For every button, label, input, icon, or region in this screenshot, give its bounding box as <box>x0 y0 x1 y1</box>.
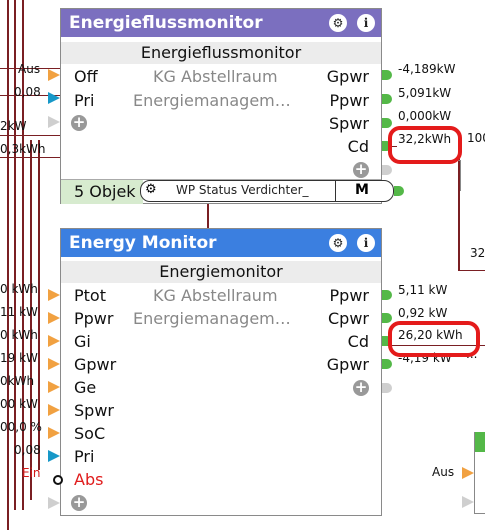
output-spwr[interactable]: Spwr <box>329 114 369 133</box>
output-gpwr[interactable]: Gpwr <box>327 355 369 374</box>
input-spwr[interactable]: Spwr <box>74 401 114 420</box>
energy-monitor-block[interactable]: Energy Monitor ⚙ i Energiemonitor Ptot P… <box>60 228 382 516</box>
input-soc[interactable]: SoC <box>74 424 105 443</box>
wire <box>0 135 60 136</box>
right-value: 100 <box>467 131 485 145</box>
objects-label: 5 Objek <box>74 182 136 201</box>
right-block-header <box>475 432 485 452</box>
output-value: 5,11 kW <box>398 283 448 297</box>
gear-icon[interactable]: ⚙ <box>329 234 347 252</box>
left-value: 00,0 % <box>0 420 42 434</box>
input-ptot[interactable]: Ptot <box>74 286 106 305</box>
divider <box>335 181 336 201</box>
room-label: KG Abstellraum <box>153 286 278 305</box>
output-value: 0,92 kW <box>398 306 448 320</box>
input-pin[interactable] <box>48 358 60 370</box>
output-pin[interactable] <box>382 313 392 323</box>
info-icon[interactable]: i <box>357 14 375 32</box>
input-pin[interactable] <box>48 289 60 301</box>
output-pin[interactable] <box>382 359 392 369</box>
input-abs[interactable]: Abs <box>74 470 103 489</box>
output-pin[interactable] <box>382 383 392 393</box>
input-pin[interactable] <box>48 450 60 462</box>
output-pin[interactable] <box>382 70 392 80</box>
input-ppwr[interactable]: Ppwr <box>74 309 113 328</box>
wire <box>0 157 60 158</box>
left-value: Aus <box>18 62 41 76</box>
output-pin[interactable] <box>382 118 392 128</box>
output-ppwr[interactable]: Ppwr <box>330 91 369 110</box>
left-value: Ein <box>22 466 41 480</box>
left-value: 2kW <box>0 119 27 133</box>
highlight-ring <box>388 321 480 357</box>
right-value: 32 <box>470 246 485 260</box>
right-block-label: Aus <box>432 465 455 479</box>
output-pin[interactable] <box>382 290 392 300</box>
status-block[interactable]: ⚙ WP Status Verdichter_ M <box>140 180 394 202</box>
info-icon[interactable]: i <box>357 234 375 252</box>
input-ge[interactable]: Ge <box>74 378 96 397</box>
output-value: 5,091kW <box>398 86 452 100</box>
input-pin[interactable] <box>48 69 60 81</box>
category-label: Energiemanagem… <box>133 91 291 110</box>
mode-button[interactable]: M <box>355 182 369 198</box>
block-subtitle: Energiemonitor <box>61 261 381 283</box>
output-gpwr[interactable]: Gpwr <box>327 67 369 86</box>
block-subtitle: Energieflussmonitor <box>61 42 381 64</box>
block-title: Energy Monitor <box>69 233 217 253</box>
left-value: 0kWh <box>0 374 35 388</box>
add-input-icon[interactable]: + <box>71 115 87 131</box>
add-output-icon[interactable]: + <box>353 162 369 178</box>
output-pin[interactable] <box>382 165 392 175</box>
gear-icon[interactable]: ⚙ <box>145 182 157 197</box>
wire <box>458 270 485 271</box>
input-pri[interactable]: Pri <box>74 447 94 466</box>
input-pin[interactable] <box>462 467 474 479</box>
output-value: -4,189kW <box>398 62 456 76</box>
input-pin[interactable] <box>48 404 60 416</box>
left-value: 0 kWh <box>0 328 38 342</box>
input-pin[interactable] <box>48 92 60 104</box>
input-off[interactable]: Off <box>74 67 98 86</box>
left-value: 0 kWh <box>0 282 38 296</box>
energieflussmonitor-block[interactable]: Energieflussmonitor ⚙ i Energieflussmoni… <box>60 8 382 204</box>
output-pin[interactable] <box>382 94 392 104</box>
input-pin[interactable] <box>48 312 60 324</box>
block-title: Energieflussmonitor <box>69 13 263 33</box>
input-pin[interactable] <box>48 427 60 439</box>
category-label: Energiemanagem… <box>133 309 291 328</box>
input-pri[interactable]: Pri <box>74 91 94 110</box>
left-value: 19 kW <box>0 351 38 365</box>
add-input-icon[interactable]: + <box>71 495 87 511</box>
room-label: KG Abstellraum <box>153 67 278 86</box>
output-ppwr[interactable]: Ppwr <box>330 286 369 305</box>
wire <box>400 160 461 191</box>
input-pin[interactable] <box>462 496 474 508</box>
output-pin[interactable] <box>394 186 404 196</box>
input-pin[interactable] <box>48 335 60 347</box>
left-value: 00 kW <box>0 397 38 411</box>
input-gpwr[interactable]: Gpwr <box>74 355 116 374</box>
output-cpwr[interactable]: Cpwr <box>328 309 369 328</box>
input-pin[interactable] <box>48 381 60 393</box>
left-value: 11 kW <box>0 305 38 319</box>
input-pin[interactable] <box>48 116 60 128</box>
input-pin[interactable] <box>48 497 60 509</box>
left-value: 0,08 <box>14 85 41 99</box>
status-block-name: WP Status Verdichter_ <box>176 183 309 197</box>
wire <box>7 0 9 530</box>
abs-input-connector[interactable] <box>53 475 63 485</box>
highlight-ring <box>388 126 462 164</box>
gear-icon[interactable]: ⚙ <box>329 14 347 32</box>
output-cd[interactable]: Cd <box>348 332 369 351</box>
output-cd[interactable]: Cd <box>348 137 369 156</box>
output-value: 0,000kW <box>398 109 452 123</box>
add-output-icon[interactable]: + <box>353 380 369 396</box>
input-gi[interactable]: Gi <box>74 332 91 351</box>
left-value: 0,08 <box>14 443 41 457</box>
left-value: 0,3kWh <box>0 142 46 156</box>
